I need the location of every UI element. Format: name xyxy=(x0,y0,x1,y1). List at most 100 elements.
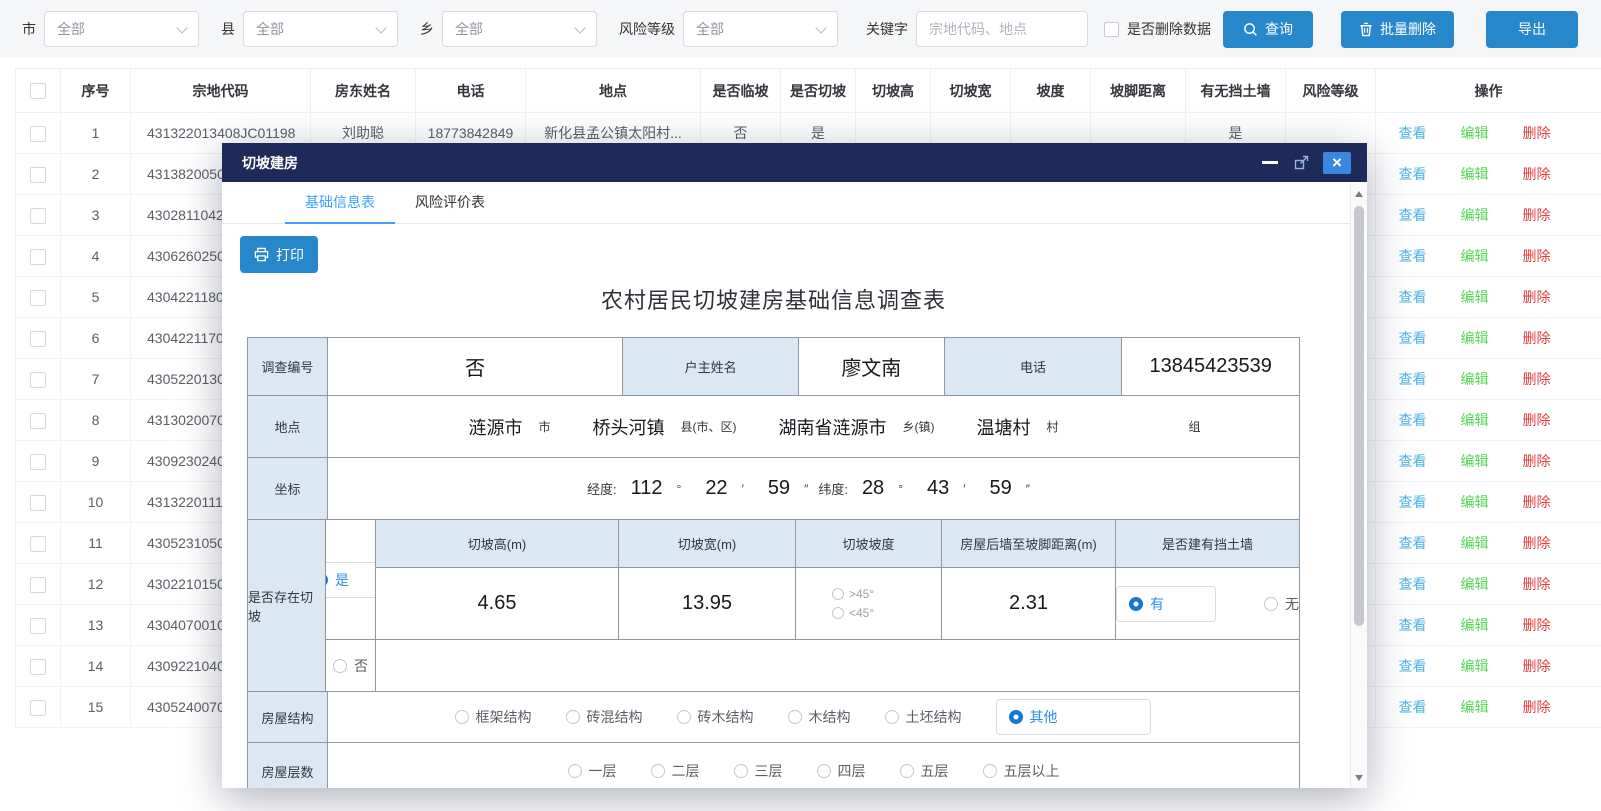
structure-option-radio[interactable]: 其他 xyxy=(996,699,1151,735)
degree-option-radio[interactable]: <45° xyxy=(832,606,874,620)
delete-link[interactable]: 删除 xyxy=(1523,410,1551,430)
edit-link[interactable]: 编辑 xyxy=(1461,369,1489,389)
row-checkbox[interactable] xyxy=(30,700,46,716)
edit-link[interactable]: 编辑 xyxy=(1461,287,1489,307)
modal-title: 切坡建房 xyxy=(242,153,1262,173)
scrollbar-thumb[interactable] xyxy=(1354,206,1364,626)
scroll-down-icon[interactable] xyxy=(1355,775,1363,781)
delete-link[interactable]: 删除 xyxy=(1523,492,1551,512)
floors-option-radio[interactable]: 二层 xyxy=(651,761,700,781)
floors-option-radio[interactable]: 四层 xyxy=(817,761,866,781)
tab-basic-info[interactable]: 基础信息表 xyxy=(285,182,395,224)
edit-link[interactable]: 编辑 xyxy=(1461,492,1489,512)
edit-link[interactable]: 编辑 xyxy=(1461,697,1489,717)
tab-risk-evaluation[interactable]: 风险评价表 xyxy=(395,182,505,224)
modal-scrollbar[interactable] xyxy=(1350,184,1367,788)
wall-no-radio[interactable]: 无 xyxy=(1264,594,1299,614)
delete-link[interactable]: 删除 xyxy=(1523,164,1551,184)
close-button[interactable]: × xyxy=(1323,152,1351,174)
row-checkbox[interactable] xyxy=(30,618,46,634)
delete-link[interactable]: 删除 xyxy=(1523,451,1551,471)
county-select[interactable]: 全部 xyxy=(243,11,398,47)
row-checkbox[interactable] xyxy=(30,413,46,429)
edit-link[interactable]: 编辑 xyxy=(1461,656,1489,676)
edit-link[interactable]: 编辑 xyxy=(1461,451,1489,471)
floors-option-radio[interactable]: 五层 xyxy=(900,761,949,781)
delete-link[interactable]: 删除 xyxy=(1523,287,1551,307)
degree-option-radio[interactable]: >45° xyxy=(832,587,874,601)
city-select[interactable]: 全部 xyxy=(44,11,199,47)
print-button[interactable]: 打印 xyxy=(240,236,318,273)
edit-link[interactable]: 编辑 xyxy=(1461,615,1489,635)
delete-link[interactable]: 删除 xyxy=(1523,533,1551,553)
view-link[interactable]: 查看 xyxy=(1399,328,1427,348)
maximize-button[interactable] xyxy=(1294,155,1309,170)
delete-link[interactable]: 删除 xyxy=(1523,369,1551,389)
delete-link[interactable]: 删除 xyxy=(1523,615,1551,635)
view-link[interactable]: 查看 xyxy=(1399,369,1427,389)
floors-option-radio[interactable]: 一层 xyxy=(568,761,617,781)
floors-option-radio[interactable]: 三层 xyxy=(734,761,783,781)
row-checkbox[interactable] xyxy=(30,126,46,142)
view-link[interactable]: 查看 xyxy=(1399,574,1427,594)
delete-link[interactable]: 删除 xyxy=(1523,328,1551,348)
export-button[interactable]: 导出 xyxy=(1486,11,1578,48)
view-link[interactable]: 查看 xyxy=(1399,164,1427,184)
query-button[interactable]: 查询 xyxy=(1223,11,1313,48)
row-checkbox[interactable] xyxy=(30,372,46,388)
structure-option-radio[interactable]: 框架结构 xyxy=(455,707,532,727)
delete-link[interactable]: 删除 xyxy=(1523,123,1551,143)
view-link[interactable]: 查看 xyxy=(1399,697,1427,717)
structure-option-radio[interactable]: 砖混结构 xyxy=(566,707,643,727)
row-checkbox[interactable] xyxy=(30,495,46,511)
view-link[interactable]: 查看 xyxy=(1399,410,1427,430)
scroll-up-icon[interactable] xyxy=(1355,191,1363,197)
row-checkbox[interactable] xyxy=(30,249,46,265)
edit-link[interactable]: 编辑 xyxy=(1461,164,1489,184)
structure-option-radio[interactable]: 砖木结构 xyxy=(677,707,754,727)
view-link[interactable]: 查看 xyxy=(1399,123,1427,143)
slope-no-radio[interactable]: 否 xyxy=(333,656,368,676)
edit-link[interactable]: 编辑 xyxy=(1461,123,1489,143)
view-link[interactable]: 查看 xyxy=(1399,533,1427,553)
delete-link[interactable]: 删除 xyxy=(1523,246,1551,266)
row-checkbox[interactable] xyxy=(30,331,46,347)
view-link[interactable]: 查看 xyxy=(1399,492,1427,512)
row-checkbox[interactable] xyxy=(30,290,46,306)
edit-link[interactable]: 编辑 xyxy=(1461,205,1489,225)
edit-link[interactable]: 编辑 xyxy=(1461,410,1489,430)
minimize-button[interactable] xyxy=(1262,161,1278,164)
row-checkbox[interactable] xyxy=(30,167,46,183)
row-checkbox[interactable] xyxy=(30,208,46,224)
row-checkbox[interactable] xyxy=(30,577,46,593)
delete-link[interactable]: 删除 xyxy=(1523,205,1551,225)
row-checkbox[interactable] xyxy=(30,536,46,552)
view-link[interactable]: 查看 xyxy=(1399,615,1427,635)
edit-link[interactable]: 编辑 xyxy=(1461,533,1489,553)
structure-option-radio[interactable]: 土坯结构 xyxy=(885,707,962,727)
view-link[interactable]: 查看 xyxy=(1399,246,1427,266)
view-link[interactable]: 查看 xyxy=(1399,205,1427,225)
edit-link[interactable]: 编辑 xyxy=(1461,246,1489,266)
delete-link[interactable]: 删除 xyxy=(1523,697,1551,717)
township-select[interactable]: 全部 xyxy=(442,11,597,47)
keyword-input[interactable] xyxy=(916,11,1088,47)
view-link[interactable]: 查看 xyxy=(1399,656,1427,676)
edit-link[interactable]: 编辑 xyxy=(1461,574,1489,594)
risk-level-select[interactable]: 全部 xyxy=(683,11,838,47)
view-link[interactable]: 查看 xyxy=(1399,451,1427,471)
delete-link[interactable]: 删除 xyxy=(1523,574,1551,594)
show-deleted-checkbox[interactable] xyxy=(1104,22,1119,37)
edit-link[interactable]: 编辑 xyxy=(1461,328,1489,348)
row-checkbox[interactable] xyxy=(30,659,46,675)
delete-link[interactable]: 删除 xyxy=(1523,656,1551,676)
structure-option-radio[interactable]: 木结构 xyxy=(788,707,851,727)
row-checkbox[interactable] xyxy=(30,454,46,470)
wall-yes-radio[interactable]: 有 xyxy=(1116,586,1216,622)
floors-option-radio[interactable]: 五层以上 xyxy=(983,761,1060,781)
select-all-checkbox[interactable] xyxy=(30,83,46,99)
view-link[interactable]: 查看 xyxy=(1399,287,1427,307)
modal-header[interactable]: 切坡建房 × xyxy=(222,143,1367,182)
slope-yes-radio[interactable]: 是 xyxy=(326,562,376,598)
batch-delete-button[interactable]: 批量删除 xyxy=(1341,11,1454,48)
